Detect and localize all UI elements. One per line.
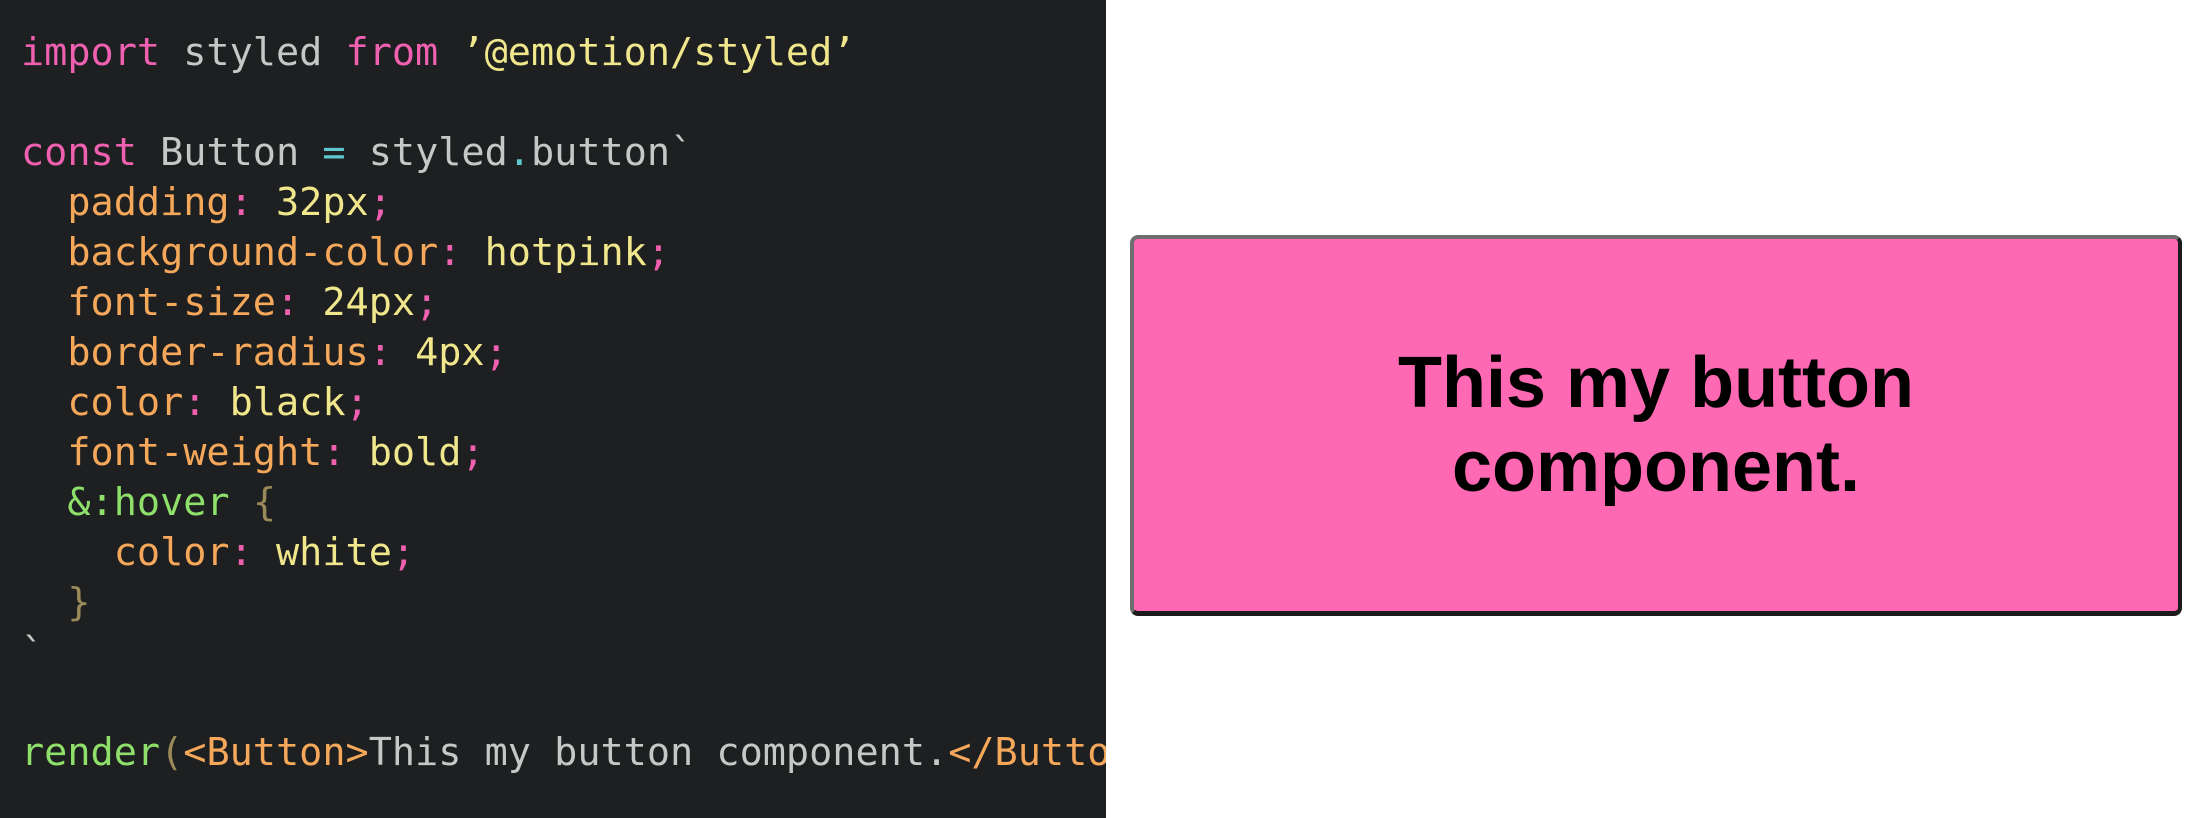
code-token: ’@emotion/styled’ — [461, 30, 856, 75]
code-token: : — [183, 380, 207, 425]
code-line[interactable]: const Button = styled.button` — [21, 128, 1106, 178]
code-line[interactable]: ` — [21, 628, 1106, 678]
code-token: <Button> — [183, 730, 369, 775]
code-token: ; — [415, 280, 439, 325]
code-editor[interactable]: import styled from ’@emotion/styled’ cons… — [0, 0, 1106, 818]
code-token: Button — [136, 130, 323, 175]
code-token: 4px — [415, 330, 485, 375]
code-token: button — [530, 130, 671, 175]
preview-button-label: This my button component. — [1398, 343, 1914, 507]
code-token: ; — [345, 380, 369, 425]
code-line[interactable]: } — [21, 578, 1106, 628]
code-token: ; — [461, 430, 485, 475]
code-token: color — [113, 530, 230, 575]
code-token: padding — [67, 180, 230, 225]
code-token: : — [322, 430, 346, 475]
code-token: hotpink — [484, 230, 647, 275]
code-token: 24px — [322, 280, 416, 325]
code-token: . — [507, 130, 531, 175]
code-content[interactable]: import styled from ’@emotion/styled’ cons… — [21, 28, 1106, 778]
code-line[interactable]: render(<Button>This my button component.… — [21, 728, 1106, 778]
code-token: : — [229, 530, 253, 575]
preview-pane: This my button component. — [1106, 0, 2209, 818]
code-token: ; — [646, 230, 671, 275]
code-token: styled — [160, 30, 346, 75]
code-token: ; — [484, 330, 508, 375]
code-line[interactable] — [21, 678, 1106, 728]
preview-button[interactable]: This my button component. — [1130, 235, 2182, 616]
code-token: &:hover — [67, 480, 230, 525]
code-token: bold — [368, 430, 462, 475]
code-token: ; — [391, 530, 416, 575]
code-line[interactable]: &:hover { — [21, 478, 1106, 528]
code-token: background-color — [67, 230, 439, 275]
code-token: render — [21, 730, 161, 775]
code-token: black — [229, 380, 346, 425]
code-token: const — [21, 130, 137, 175]
code-token: ( — [160, 730, 184, 775]
code-line[interactable]: font-size: 24px; — [21, 278, 1106, 328]
code-token: : — [438, 230, 462, 275]
code-token: = — [322, 130, 346, 175]
code-token: : — [229, 180, 253, 225]
code-token: ` — [21, 630, 45, 675]
code-token: font-weight — [67, 430, 323, 475]
code-line[interactable]: color: black; — [21, 378, 1106, 428]
code-token: styled — [345, 130, 508, 175]
code-line[interactable]: font-weight: bold; — [21, 428, 1106, 478]
code-line[interactable]: padding: 32px; — [21, 178, 1106, 228]
code-line[interactable]: color: white; — [21, 528, 1106, 578]
code-token: </Button> — [948, 730, 1106, 775]
code-token: : — [275, 280, 300, 325]
code-token: from — [345, 30, 439, 75]
code-token: This my button component. — [368, 730, 949, 775]
code-token: color — [67, 380, 184, 425]
code-token: import — [21, 30, 161, 75]
code-token: ` — [670, 130, 694, 175]
code-line[interactable] — [21, 78, 1106, 128]
code-line[interactable]: border-radius: 4px; — [21, 328, 1106, 378]
code-token: white — [276, 530, 392, 575]
code-token: } — [67, 580, 91, 625]
code-line[interactable]: background-color: hotpink; — [21, 228, 1106, 278]
code-token: { — [252, 480, 276, 525]
code-token: font-size — [67, 280, 276, 325]
code-token: 32px — [276, 180, 369, 225]
code-token: border-radius — [67, 330, 369, 375]
code-token: : — [368, 330, 392, 375]
code-token: ; — [368, 180, 392, 225]
code-line[interactable]: import styled from ’@emotion/styled’ — [21, 28, 1106, 78]
live-code-playground: import styled from ’@emotion/styled’ cons… — [0, 0, 2209, 818]
